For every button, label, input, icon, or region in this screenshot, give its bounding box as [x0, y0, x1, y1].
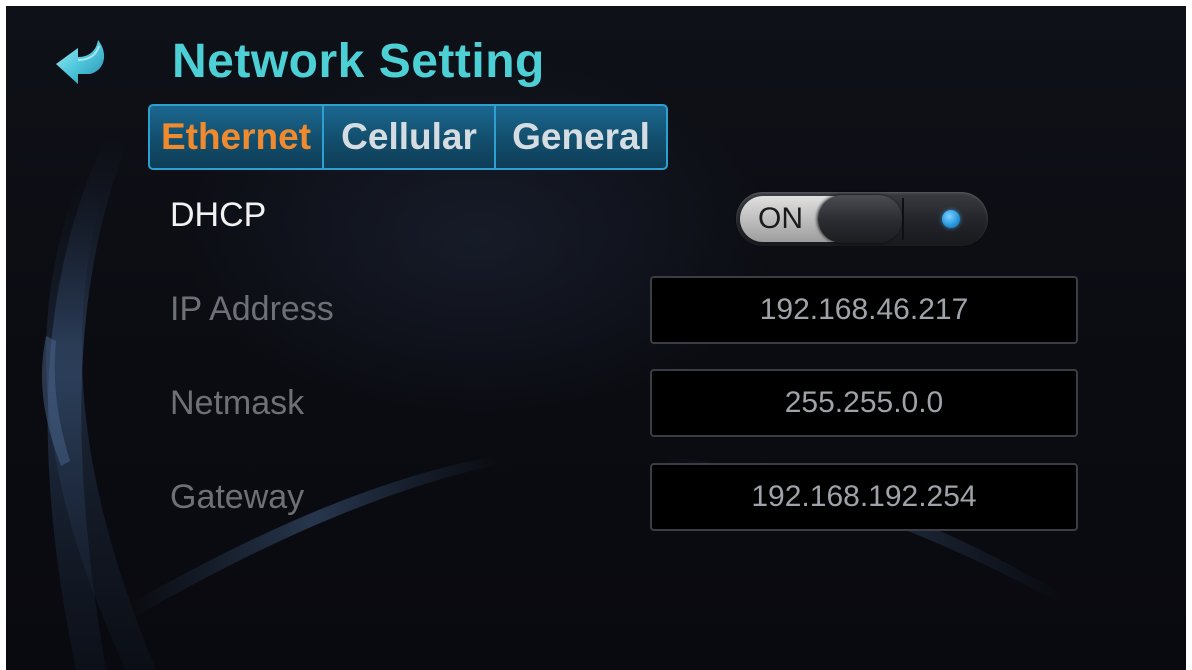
tab-general[interactable]: General — [494, 106, 666, 168]
tab-cellular[interactable]: Cellular — [322, 106, 494, 168]
back-arrow-icon — [56, 40, 105, 84]
tab-bar: Ethernet Cellular General — [148, 104, 668, 170]
dhcp-label: DHCP — [170, 196, 267, 234]
ip-address-label: IP Address — [170, 290, 334, 328]
page-title: Network Setting — [172, 35, 545, 88]
netmask-label: Netmask — [170, 384, 305, 422]
back-button[interactable] — [52, 30, 114, 92]
toggle-indicator-icon — [942, 210, 960, 228]
dhcp-toggle[interactable]: ON — [736, 192, 988, 246]
gateway-field[interactable]: 192.168.192.254 — [650, 463, 1078, 531]
tab-ethernet[interactable]: Ethernet — [150, 106, 322, 168]
toggle-divider — [902, 198, 904, 240]
network-setting-screen: Network Setting Ethernet Cellular Genera… — [6, 6, 1186, 670]
toggle-knob — [818, 195, 902, 243]
ip-address-field[interactable]: 192.168.46.217 — [650, 276, 1078, 344]
gateway-label: Gateway — [170, 478, 305, 516]
netmask-field[interactable]: 255.255.0.0 — [650, 369, 1078, 437]
